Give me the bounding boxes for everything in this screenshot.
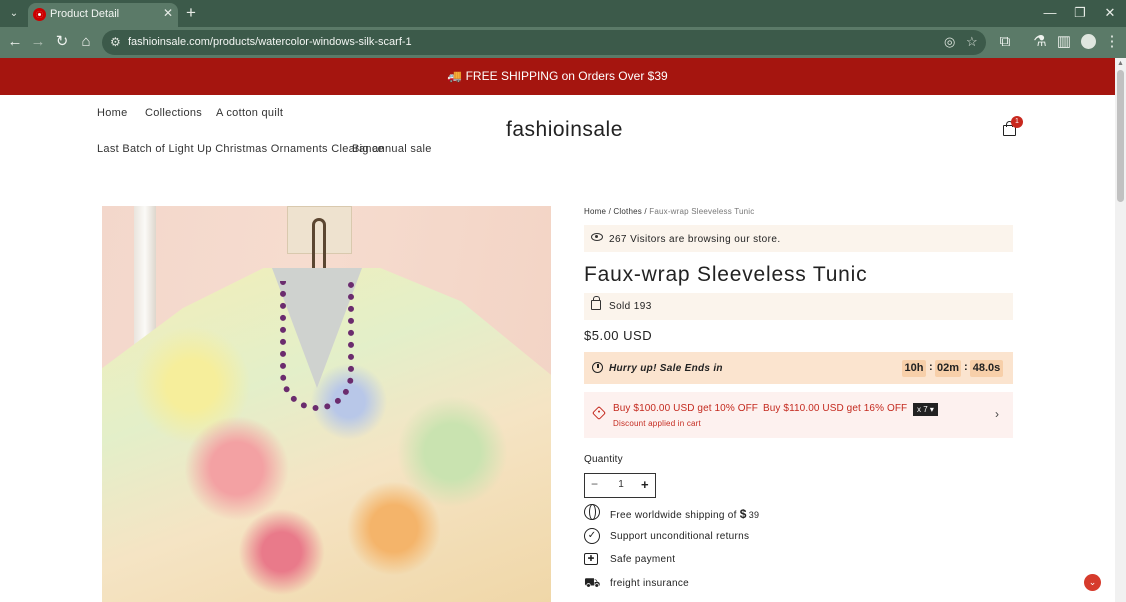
breadcrumb: Home / Clothes / Faux-wrap Sleeveless Tu… bbox=[584, 207, 755, 216]
shopping-bag-icon bbox=[591, 296, 601, 310]
eye-slash-icon[interactable]: ◎ bbox=[944, 34, 955, 50]
visitors-banner: 267 Visitors are browsing our store. bbox=[584, 225, 1013, 252]
browser-toolbar: ← → ↻ ⌂ ⚙ fashioinsale.com/products/wate… bbox=[0, 27, 1126, 58]
scroll-up-arrow-icon[interactable]: ▲ bbox=[1117, 60, 1124, 67]
discount-offers[interactable]: Buy $100.00 USD get 10% OFF Buy $110.00 … bbox=[584, 392, 1013, 438]
page-scrollbar[interactable]: ▲ bbox=[1115, 58, 1126, 602]
sold-count: Sold 193 bbox=[609, 301, 652, 312]
shipping-text: Free worldwide shipping of bbox=[610, 510, 737, 521]
quantity-decrease-button[interactable]: − bbox=[591, 477, 598, 491]
address-bar[interactable]: ⚙ fashioinsale.com/products/watercolor-w… bbox=[102, 30, 986, 55]
product-price: $5.00 USD bbox=[584, 328, 653, 343]
discount-offer-16: Buy $110.00 USD get 16% OFF bbox=[763, 403, 908, 414]
nav-big-annual-sale[interactable]: Big annual sale bbox=[352, 143, 432, 155]
minimize-icon[interactable]: — bbox=[1042, 5, 1058, 20]
quantity-increase-button[interactable]: + bbox=[641, 477, 649, 492]
countdown-minutes: 02m bbox=[935, 360, 961, 377]
visitors-text: 267 Visitors are browsing our store. bbox=[609, 234, 781, 245]
url-text[interactable]: fashioinsale.com/products/watercolor-win… bbox=[128, 36, 412, 48]
countdown-seconds: 48.0s bbox=[970, 360, 1003, 377]
window-close-icon[interactable]: ✕ bbox=[1102, 5, 1118, 21]
forward-arrow-icon[interactable]: → bbox=[30, 34, 46, 50]
discount-offer-10: Buy $100.00 USD get 10% OFF bbox=[613, 403, 758, 414]
product-image[interactable] bbox=[102, 206, 551, 602]
shipping-amount: 39 bbox=[748, 510, 760, 520]
nav-cotton-quilt[interactable]: A cotton quilt bbox=[216, 107, 283, 119]
eye-icon bbox=[591, 233, 603, 241]
delivery-truck-icon: ⛟ bbox=[584, 575, 601, 590]
insurance-text: freight insurance bbox=[610, 578, 690, 589]
sale-countdown: Hurry up! Sale Ends in 10h : 02m : 48.0s bbox=[584, 352, 1013, 384]
restore-icon[interactable]: ❐ bbox=[1072, 5, 1088, 21]
chevron-right-icon[interactable]: › bbox=[995, 407, 999, 421]
bookmark-star-icon[interactable]: ☆ bbox=[966, 34, 978, 50]
new-tab-plus-icon[interactable]: + bbox=[186, 3, 196, 23]
payment-text: Safe payment bbox=[610, 554, 676, 565]
target-favicon-icon bbox=[33, 8, 46, 21]
product-title: Faux-wrap Sleeveless Tunic bbox=[584, 263, 868, 286]
back-arrow-icon[interactable]: ← bbox=[7, 34, 23, 50]
cart-count-badge: 1 bbox=[1011, 116, 1023, 128]
profile-avatar-icon[interactable] bbox=[1081, 34, 1096, 49]
breadcrumb-clothes[interactable]: Clothes bbox=[613, 207, 642, 216]
check-circle-icon: ✓ bbox=[584, 528, 600, 544]
globe-icon bbox=[584, 504, 600, 520]
announcement-bar: 🚚 FREE SHIPPING on Orders Over $39 bbox=[0, 58, 1115, 95]
tab-search-chevron-icon[interactable]: ⌄ bbox=[4, 4, 24, 24]
side-panel-icon[interactable]: ▥ bbox=[1056, 34, 1072, 50]
extensions-puzzle-icon[interactable]: ⧉ bbox=[997, 34, 1013, 50]
breadcrumb-current: Faux-wrap Sleeveless Tunic bbox=[649, 207, 755, 216]
quantity-input[interactable]: 1 bbox=[611, 479, 631, 490]
labs-flask-icon[interactable]: ⚗ bbox=[1032, 34, 1048, 50]
secure-payment-icon: ✚ bbox=[584, 553, 598, 565]
browser-tab-bar: ⌄ Product Detail ✕ + — ❐ ✕ bbox=[0, 0, 1126, 27]
countdown-label: Hurry up! Sale Ends in bbox=[609, 363, 723, 374]
nav-home[interactable]: Home bbox=[97, 107, 128, 119]
tab-title: Product Detail bbox=[50, 8, 120, 20]
nav-collections[interactable]: Collections bbox=[145, 107, 202, 119]
returns-text: Support unconditional returns bbox=[610, 531, 750, 542]
reload-icon[interactable]: ↻ bbox=[54, 34, 70, 50]
stopwatch-icon bbox=[592, 362, 603, 373]
home-icon[interactable]: ⌂ bbox=[78, 34, 94, 50]
floating-chat-icon[interactable]: ⌄ bbox=[1084, 574, 1101, 591]
site-logo[interactable]: fashioinsale bbox=[506, 118, 623, 142]
site-info-icon[interactable]: ⚙ bbox=[110, 35, 121, 49]
sold-banner: Sold 193 bbox=[584, 293, 1013, 320]
discount-subtitle: Discount applied in cart bbox=[613, 419, 701, 428]
browser-menu-icon[interactable]: ⋮ bbox=[1104, 34, 1120, 50]
shipping-currency: $ bbox=[739, 507, 747, 521]
quantity-label: Quantity bbox=[584, 454, 623, 465]
close-tab-icon[interactable]: ✕ bbox=[163, 6, 173, 20]
browser-tab[interactable]: Product Detail ✕ bbox=[28, 3, 178, 27]
price-tag-icon bbox=[591, 405, 607, 421]
quantity-stepper: − 1 + bbox=[584, 473, 656, 498]
scrollbar-thumb[interactable] bbox=[1117, 70, 1124, 202]
discount-count-dropdown[interactable]: x 7 ▾ bbox=[913, 403, 938, 416]
nav-christmas-ornaments[interactable]: Last Batch of Light Up Christmas Ornamen… bbox=[97, 143, 384, 155]
breadcrumb-home[interactable]: Home bbox=[584, 207, 606, 216]
countdown-hours: 10h bbox=[902, 360, 926, 377]
